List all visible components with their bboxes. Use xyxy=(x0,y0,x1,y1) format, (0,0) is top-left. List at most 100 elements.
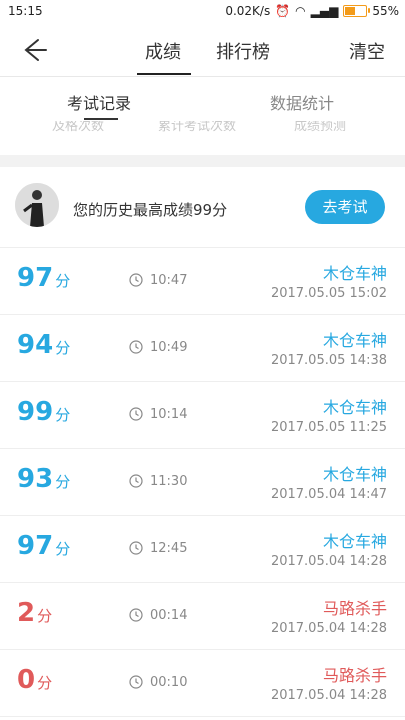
record-duration: 10:14 xyxy=(150,407,188,422)
record-timestamp: 2017.05.05 11:25 xyxy=(271,420,387,435)
stat-pass-count: 及格次数 xyxy=(52,121,105,134)
record-time: 15:02 xyxy=(349,286,387,301)
wifi-icon: ◠ xyxy=(295,4,306,18)
battery-percent: 55% xyxy=(372,4,399,18)
score-value: 97 xyxy=(17,263,54,293)
record-row[interactable]: 97 分 12:45 木仓车神 2017.05.04 14:28 xyxy=(0,516,405,583)
stat-prediction: 成绩预测 xyxy=(294,121,347,134)
alarm-icon: ⏰ xyxy=(275,4,291,18)
active-tab-indicator xyxy=(137,73,191,75)
subtab-stats[interactable]: 数据统计 xyxy=(270,90,334,114)
record-row[interactable]: 94 分 10:49 木仓车神 2017.05.05 14:38 xyxy=(0,315,405,382)
network-speed: 0.02K/s xyxy=(225,4,271,18)
records-list: 97 分 10:47 木仓车神 2017.05.05 15:02 94 分 10:49 木仓车神… xyxy=(0,248,405,717)
record-duration: 00:10 xyxy=(150,675,188,690)
score-value: 0 xyxy=(17,665,36,695)
clock-icon xyxy=(129,675,143,689)
record-score: 2分 xyxy=(17,598,52,628)
record-timestamp: 2017.05.05 15:02 xyxy=(271,286,387,301)
score-unit: 分 xyxy=(55,272,71,290)
record-date: 2017.05.04 xyxy=(270,688,346,703)
record-score: 99 分 xyxy=(17,397,70,427)
status-bar: 15:15 0.02K/s ⏰ ◠ ▂▄▆ 55% xyxy=(0,0,405,24)
record-score: 94 分 xyxy=(17,330,70,360)
record-duration: 00:14 xyxy=(150,608,188,623)
record-duration: 11:30 xyxy=(150,474,188,489)
record-timestamp: 2017.05.04 14:28 xyxy=(271,554,387,569)
record-date: 2017.05.04 xyxy=(270,554,346,569)
record-title: 木仓车神 xyxy=(322,398,387,417)
score-unit: 分 xyxy=(55,540,71,558)
score-value: 2 xyxy=(17,598,36,628)
clock-icon xyxy=(129,340,143,354)
record-time: 14:38 xyxy=(349,353,387,368)
back-arrow-icon xyxy=(24,39,47,61)
best-score-text: 您的历史最高成绩99分 xyxy=(73,201,228,219)
stats-peek: 及格次数 累计考试次数 成绩预测 xyxy=(0,121,405,155)
clock-icon xyxy=(129,474,143,488)
nav-bar: 成绩 排行榜 清空 xyxy=(0,24,405,77)
record-title: 木仓车神 xyxy=(322,532,387,551)
clock-icon xyxy=(129,407,143,421)
record-row[interactable]: 97 分 10:47 木仓车神 2017.05.05 15:02 xyxy=(0,248,405,315)
record-score: 0分 xyxy=(17,665,52,695)
status-right: 0.02K/s ⏰ ◠ ▂▄▆ 55% xyxy=(225,4,399,18)
record-date: 2017.05.05 xyxy=(270,286,346,301)
record-score: 97 分 xyxy=(17,531,70,561)
record-time: 14:28 xyxy=(349,688,387,703)
record-title: 马路杀手 xyxy=(322,666,387,685)
record-title: 木仓车神 xyxy=(322,264,387,283)
record-row[interactable]: 2 分 00:14 马路杀手 2017.05.04 14:28 xyxy=(0,583,405,650)
record-title: 马路杀手 xyxy=(322,599,387,618)
record-timestamp: 2017.05.04 14:28 xyxy=(271,621,387,636)
record-date: 2017.05.04 xyxy=(270,487,346,502)
subtab-records[interactable]: 考试记录 xyxy=(67,90,131,114)
score-unit: 分 xyxy=(37,674,53,692)
stat-total-count: 累计考试次数 xyxy=(158,121,237,134)
record-timestamp: 2017.05.04 14:47 xyxy=(271,487,387,502)
score-value: 97 xyxy=(17,531,54,561)
record-time: 11:25 xyxy=(349,420,387,435)
signal-icon: ▂▄▆ xyxy=(310,4,339,18)
record-timestamp: 2017.05.04 14:28 xyxy=(271,688,387,703)
score-value: 99 xyxy=(17,397,54,427)
record-time: 14:28 xyxy=(349,621,387,636)
section-divider xyxy=(0,155,405,167)
record-date: 2017.05.05 xyxy=(270,353,346,368)
clock-icon xyxy=(129,608,143,622)
record-timestamp: 2017.05.05 14:38 xyxy=(271,353,387,368)
clock-icon xyxy=(129,541,143,555)
record-date: 2017.05.04 xyxy=(270,621,346,636)
record-score: 93 分 xyxy=(17,464,70,494)
subtab-indicator xyxy=(84,118,118,120)
record-title: 木仓车神 xyxy=(322,465,387,484)
clock-icon xyxy=(129,273,143,287)
record-date: 2017.05.05 xyxy=(270,420,346,435)
record-time: 14:28 xyxy=(349,554,387,569)
record-duration: 10:47 xyxy=(150,273,188,288)
avatar xyxy=(15,183,59,227)
tab-ranking[interactable]: 排行榜 xyxy=(216,38,270,64)
tab-scores[interactable]: 成绩 xyxy=(145,38,181,64)
clear-button[interactable]: 清空 xyxy=(349,38,385,64)
score-unit: 分 xyxy=(37,607,53,625)
record-time: 14:47 xyxy=(349,487,387,502)
status-time: 15:15 xyxy=(8,4,43,18)
best-score-row: 您的历史最高成绩99分 去考试 xyxy=(0,167,405,248)
take-exam-button[interactable]: 去考试 xyxy=(305,190,385,224)
score-unit: 分 xyxy=(55,406,71,424)
record-title: 木仓车神 xyxy=(322,331,387,350)
record-row[interactable]: 0 分 00:10 马路杀手 2017.05.04 14:28 xyxy=(0,650,405,717)
record-duration: 12:45 xyxy=(150,541,188,556)
record-row[interactable]: 93 分 11:30 木仓车神 2017.05.04 14:47 xyxy=(0,449,405,516)
score-value: 93 xyxy=(17,464,54,494)
record-duration: 10:49 xyxy=(150,340,188,355)
score-value: 94 xyxy=(17,330,54,360)
score-unit: 分 xyxy=(55,473,71,491)
record-row[interactable]: 99 分 10:14 木仓车神 2017.05.05 11:25 xyxy=(0,382,405,449)
battery-icon xyxy=(343,5,371,17)
subtabs: 考试记录 数据统计 xyxy=(0,77,405,121)
back-button[interactable] xyxy=(18,34,50,66)
record-score: 97 分 xyxy=(17,263,70,293)
score-unit: 分 xyxy=(55,339,71,357)
